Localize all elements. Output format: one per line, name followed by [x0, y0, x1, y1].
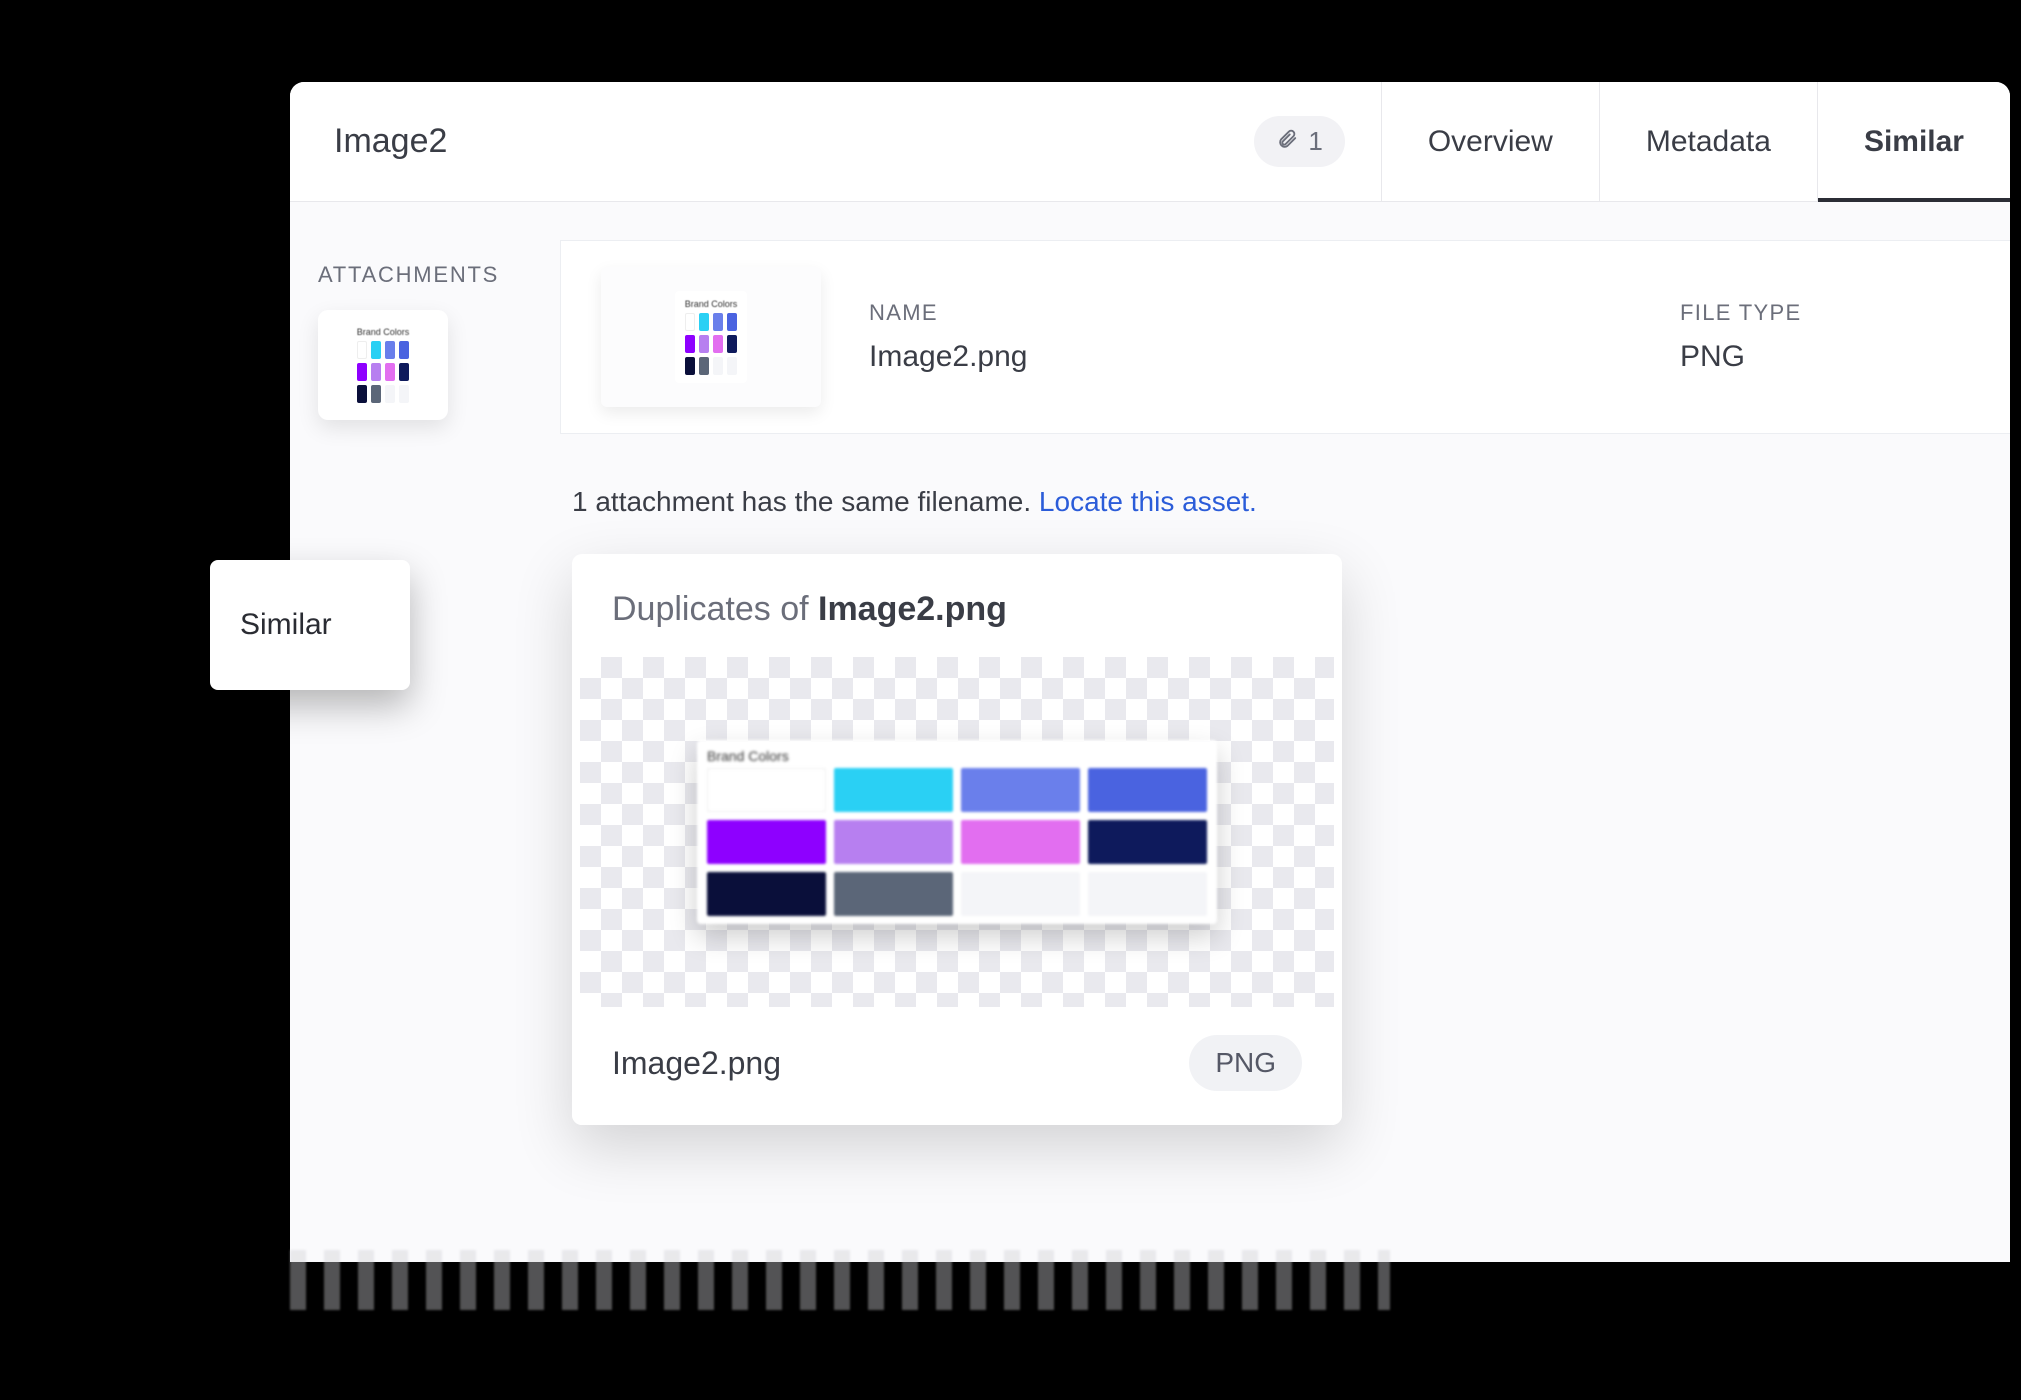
similar-content: Brand Colors NAME Image2.png — [560, 202, 2010, 1262]
palette-thumbnail: Brand Colors — [347, 319, 420, 411]
attachment-row[interactable]: Brand Colors NAME Image2.png — [560, 240, 2010, 434]
tab-similar[interactable]: Similar — [1817, 82, 2010, 201]
palette-thumbnail: Brand Colors — [675, 291, 748, 383]
paperclip-icon — [1276, 126, 1298, 157]
row-thumbnail: Brand Colors — [601, 267, 821, 407]
duplicates-card[interactable]: Duplicates of Image2.png Brand Colors — [572, 554, 1342, 1125]
type-column-label: FILE TYPE — [1680, 300, 1970, 326]
asset-panel: Image2 1 Overview Metadata Similar ATTAC… — [290, 82, 2010, 1262]
duplicates-title: Duplicates of Image2.png — [572, 554, 1342, 657]
attachment-count: 1 — [1308, 126, 1322, 157]
name-column-label: NAME — [869, 300, 1632, 326]
attachments-label: ATTACHMENTS — [318, 262, 532, 288]
duplicate-preview: Brand Colors — [580, 657, 1334, 1007]
attachments-sidebar: ATTACHMENTS Brand Colors — [290, 202, 560, 1262]
locate-asset-link[interactable]: Locate this asset. — [1039, 486, 1257, 517]
name-column-value: Image2.png — [869, 340, 1632, 374]
duplicate-message: 1 attachment has the same filename. Loca… — [560, 486, 2010, 518]
attachment-thumbnail[interactable]: Brand Colors — [318, 310, 448, 420]
filetype-badge: PNG — [1189, 1035, 1302, 1091]
floating-similar-card[interactable]: Similar — [210, 560, 410, 690]
decorative-shadow — [290, 1250, 1390, 1310]
tab-metadata[interactable]: Metadata — [1599, 82, 1817, 201]
palette-preview: Brand Colors — [697, 740, 1217, 924]
asset-title: Image2 — [290, 122, 447, 161]
attachment-count-pill[interactable]: 1 — [1254, 116, 1344, 167]
duplicate-filename: Image2.png — [612, 1045, 781, 1082]
type-column-value: PNG — [1680, 340, 1970, 374]
tab-overview[interactable]: Overview — [1381, 82, 1599, 201]
panel-header: Image2 1 Overview Metadata Similar — [290, 82, 2010, 202]
floating-similar-label: Similar — [240, 608, 332, 642]
panel-tabs: Overview Metadata Similar — [1381, 82, 2010, 201]
